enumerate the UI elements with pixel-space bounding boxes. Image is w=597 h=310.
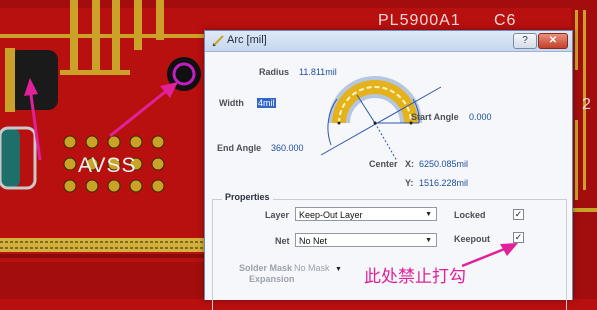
locked-label: Locked bbox=[454, 210, 486, 220]
net-label: Net bbox=[275, 236, 290, 246]
silkscreen-label-pl5900a1: PL5900A1 bbox=[378, 12, 461, 29]
solder-mask-label: Solder Mask bbox=[239, 263, 293, 273]
chevron-down-icon: ▼ bbox=[335, 266, 342, 273]
center-y-label: Y: bbox=[405, 178, 414, 188]
net-dropdown-value: No Net bbox=[299, 236, 328, 246]
dialog-titlebar[interactable]: Arc [mil] ? ✕ bbox=[205, 31, 572, 52]
locked-checkbox[interactable]: ✓ bbox=[513, 209, 524, 220]
arc-tool-icon bbox=[212, 35, 224, 47]
silkscreen-label-c6: C6 bbox=[494, 12, 517, 29]
keepout-label: Keepout bbox=[454, 234, 490, 244]
chevron-down-icon: ▼ bbox=[425, 237, 432, 244]
radius-value[interactable]: 11.811mil bbox=[299, 67, 337, 77]
layer-dropdown-value: Keep-Out Layer bbox=[299, 210, 363, 220]
end-angle-value[interactable]: 360.000 bbox=[271, 143, 304, 153]
solder-mask-value: No Mask bbox=[294, 263, 330, 273]
radius-label: Radius bbox=[259, 67, 290, 77]
net-dropdown[interactable]: No Net ▼ bbox=[295, 233, 437, 247]
silkscreen-label-edge-digit: 2 bbox=[582, 96, 592, 113]
width-label: Width bbox=[219, 98, 244, 108]
close-button[interactable]: ✕ bbox=[538, 33, 568, 49]
layer-label: Layer bbox=[265, 210, 290, 220]
end-angle-label: End Angle bbox=[217, 143, 262, 153]
annotation-note: 此处禁止打勾 bbox=[364, 267, 466, 287]
center-y-value[interactable]: 1516.228mil bbox=[419, 178, 468, 188]
help-button[interactable]: ? bbox=[513, 33, 537, 49]
properties-group-title: Properties bbox=[222, 192, 273, 202]
start-angle-value[interactable]: 0.000 bbox=[469, 112, 492, 122]
chevron-down-icon: ▼ bbox=[425, 211, 432, 218]
center-label: Center bbox=[369, 159, 398, 169]
dialog-title: Arc [mil] bbox=[227, 34, 267, 46]
center-x-label: X: bbox=[405, 159, 414, 169]
center-x-value[interactable]: 6250.085mil bbox=[419, 159, 468, 169]
layer-dropdown[interactable]: Keep-Out Layer ▼ bbox=[295, 207, 437, 221]
width-input[interactable]: 4mil bbox=[257, 98, 276, 108]
silkscreen-label-avss: AVSS bbox=[78, 154, 137, 177]
solder-mask-label-line2: Expansion bbox=[249, 274, 295, 284]
solder-mask-dropdown[interactable]: No Mask ▼ bbox=[294, 263, 342, 273]
keepout-checkbox[interactable]: ✓ bbox=[513, 232, 524, 243]
arc-properties-dialog: Arc [mil] ? ✕ Radius 11.811mil Width 4mi… bbox=[204, 30, 573, 310]
start-angle-label: Start Angle bbox=[411, 112, 459, 122]
